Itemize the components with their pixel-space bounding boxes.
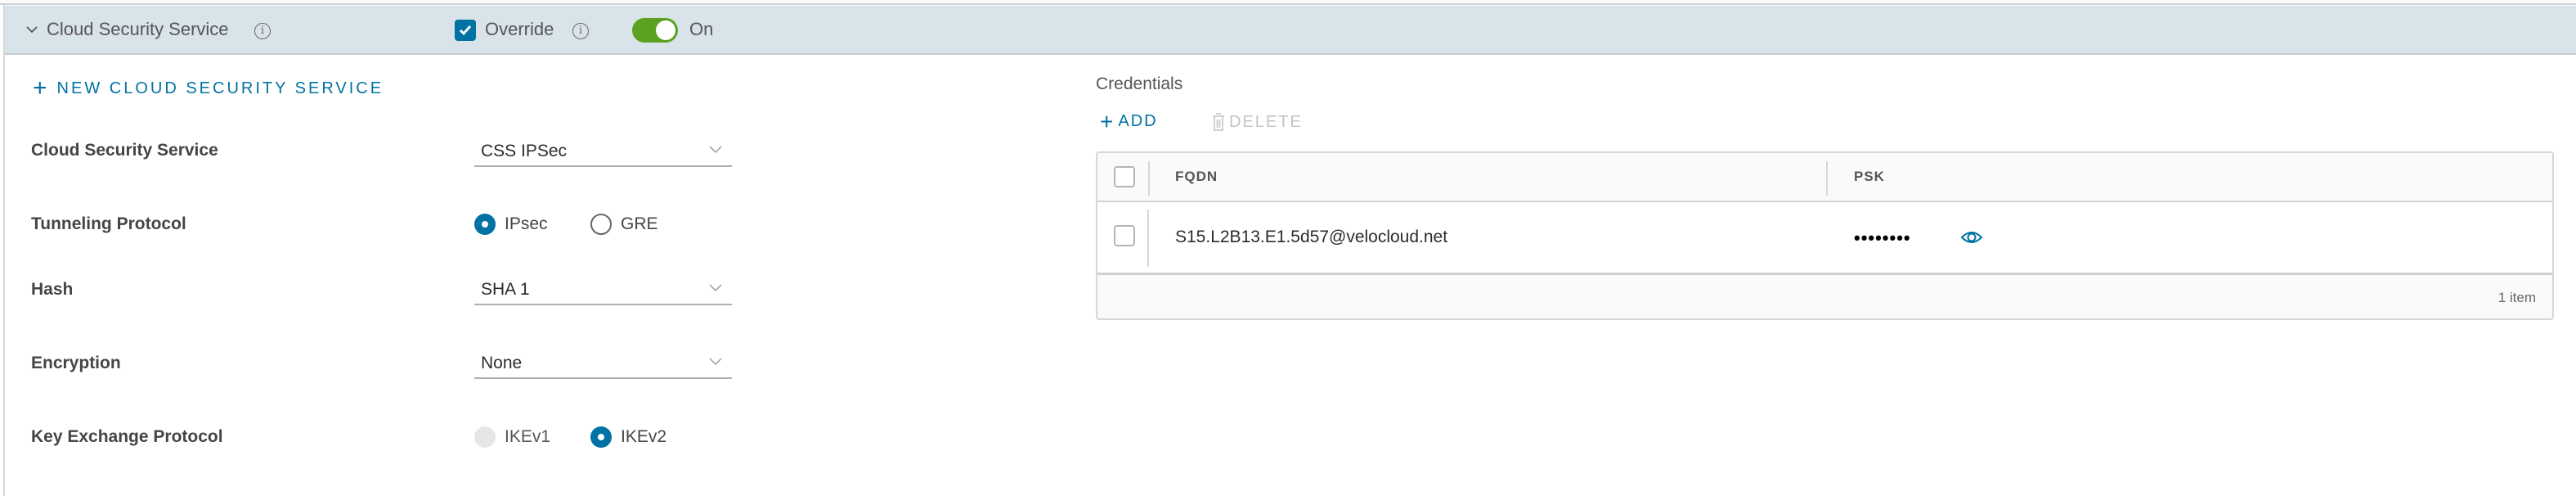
- delete-label: DELETE: [1229, 112, 1303, 131]
- cloud-security-service-label: Cloud Security Service: [31, 141, 218, 160]
- radio-ikev1[interactable]: IKEv1: [474, 426, 550, 448]
- chevron-down-icon: [709, 284, 722, 292]
- cloud-security-service-select[interactable]: CSS IPSec: [474, 136, 732, 167]
- radio-label: GRE: [621, 214, 658, 233]
- radio-selected-icon: [474, 214, 496, 235]
- new-cloud-security-service-button[interactable]: + NEW CLOUD SECURITY SERVICE: [33, 74, 384, 101]
- override-info-icon[interactable]: i: [572, 23, 589, 39]
- chevron-down-icon: [709, 146, 722, 154]
- chevron-down-icon[interactable]: [26, 24, 38, 35]
- radio-disabled-icon: [474, 426, 496, 448]
- toggle-label: On: [689, 19, 714, 39]
- hash-label: Hash: [31, 280, 74, 299]
- credentials-title: Credentials: [1096, 74, 1183, 93]
- tunneling-protocol-label: Tunneling Protocol: [31, 214, 186, 233]
- radio-label: IKEv2: [621, 427, 667, 446]
- column-divider: [1148, 161, 1150, 196]
- column-divider: [1147, 210, 1149, 267]
- new-cloud-security-service-label: NEW CLOUD SECURITY SERVICE: [56, 79, 384, 97]
- top-strip: [0, 0, 2576, 5]
- column-header-fqdn[interactable]: FQDN: [1175, 168, 1218, 186]
- column-resize-handle[interactable]: [1826, 161, 1828, 196]
- select-value: None: [481, 354, 523, 372]
- radio-ipsec[interactable]: IPsec: [474, 214, 548, 235]
- section-header: Cloud Security Service i Override i On: [5, 6, 2576, 55]
- grid-footer: 1 item: [1097, 276, 2552, 318]
- psk-cell: ••••••••: [1854, 228, 1911, 248]
- enable-toggle[interactable]: [632, 18, 678, 43]
- key-exchange-protocol-label: Key Exchange Protocol: [31, 427, 223, 446]
- select-value: SHA 1: [481, 280, 530, 299]
- info-icon[interactable]: i: [254, 23, 271, 39]
- radio-unselected-icon: [590, 214, 612, 235]
- grid-header: FQDN PSK: [1097, 153, 2552, 202]
- row-checkbox[interactable]: [1114, 225, 1135, 246]
- hash-select[interactable]: SHA 1: [474, 274, 732, 305]
- select-all-checkbox[interactable]: [1114, 166, 1135, 187]
- checkmark-icon: [459, 25, 472, 36]
- add-label: ADD: [1118, 112, 1158, 130]
- override-checkbox[interactable]: [455, 20, 476, 41]
- fqdn-cell: S15.L2B13.E1.5d57@velocloud.net: [1175, 228, 1448, 246]
- override-label[interactable]: Override: [485, 19, 554, 40]
- trash-icon: [1213, 113, 1224, 131]
- radio-label: IKEv1: [505, 427, 551, 446]
- radio-label: IPsec: [505, 214, 548, 233]
- item-count: 1 item: [2497, 290, 2536, 305]
- column-header-psk[interactable]: PSK: [1854, 168, 1885, 186]
- radio-gre[interactable]: GRE: [590, 214, 658, 235]
- radio-selected-icon: [590, 426, 612, 448]
- select-value: CSS IPSec: [481, 142, 568, 160]
- encryption-select[interactable]: None: [474, 348, 732, 379]
- encryption-label: Encryption: [31, 354, 121, 372]
- eye-icon[interactable]: [1960, 229, 1983, 246]
- add-credential-button[interactable]: + ADD: [1100, 108, 1158, 134]
- table-row: S15.L2B13.E1.5d57@velocloud.net ••••••••: [1097, 203, 2552, 275]
- radio-ikev2[interactable]: IKEv2: [590, 426, 666, 448]
- section-title[interactable]: Cloud Security Service: [47, 19, 229, 40]
- toggle-knob: [656, 20, 675, 40]
- chevron-down-icon: [709, 358, 722, 366]
- delete-credential-button[interactable]: DELETE: [1211, 112, 1303, 132]
- plus-icon: +: [1100, 108, 1114, 134]
- plus-icon: +: [33, 74, 47, 101]
- panel-left-border: [3, 5, 5, 496]
- credentials-grid: FQDN PSK S15.L2B13.E1.5d57@velocloud.net…: [1096, 151, 2554, 320]
